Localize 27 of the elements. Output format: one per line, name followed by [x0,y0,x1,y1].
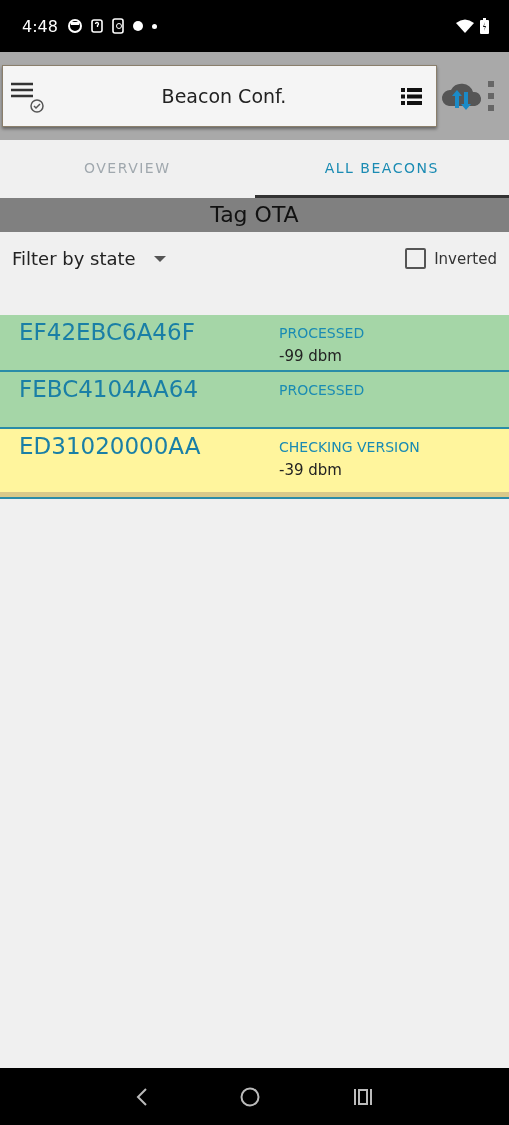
section-header: Tag OTA [0,198,509,232]
beacon-row[interactable]: ED31020000AA CHECKING VERSION -39 dbm [0,429,509,499]
dot-icon [151,23,157,29]
caret-icon [153,255,166,262]
checkbox-label: Inverted [434,249,497,268]
beacon-row[interactable]: EF42EBC6A46F PROCESSED -99 dbm [0,315,509,372]
back-icon[interactable] [136,1086,149,1107]
battery-icon [480,18,489,34]
beacon-id: FEBC4104AA64 [19,376,200,404]
state-dropdown[interactable]: Filter by state [12,248,166,269]
home-icon[interactable] [240,1086,261,1107]
beacon-state: CHECKING VERSION [279,439,420,455]
question-icon [90,19,103,33]
signal-strength: -39 dbm [279,461,343,479]
beacon-id: ED31020000AA [19,433,202,461]
list-icon[interactable] [401,87,422,105]
round-icon [132,21,143,31]
wifi-icon [456,19,474,33]
app-title: Beacon Conf. [160,85,288,107]
beacon-state: PROCESSED [279,325,365,341]
clock-time: 4:48 [22,16,58,36]
signal-strength: -99 dbm [279,347,343,365]
inverted-checkbox[interactable] [405,248,427,269]
phone-icon [111,18,124,34]
beacon-state: PROCESSED [279,382,365,398]
beacon-id: EF42EBC6A46F [19,319,196,347]
recents-icon[interactable] [352,1087,373,1106]
